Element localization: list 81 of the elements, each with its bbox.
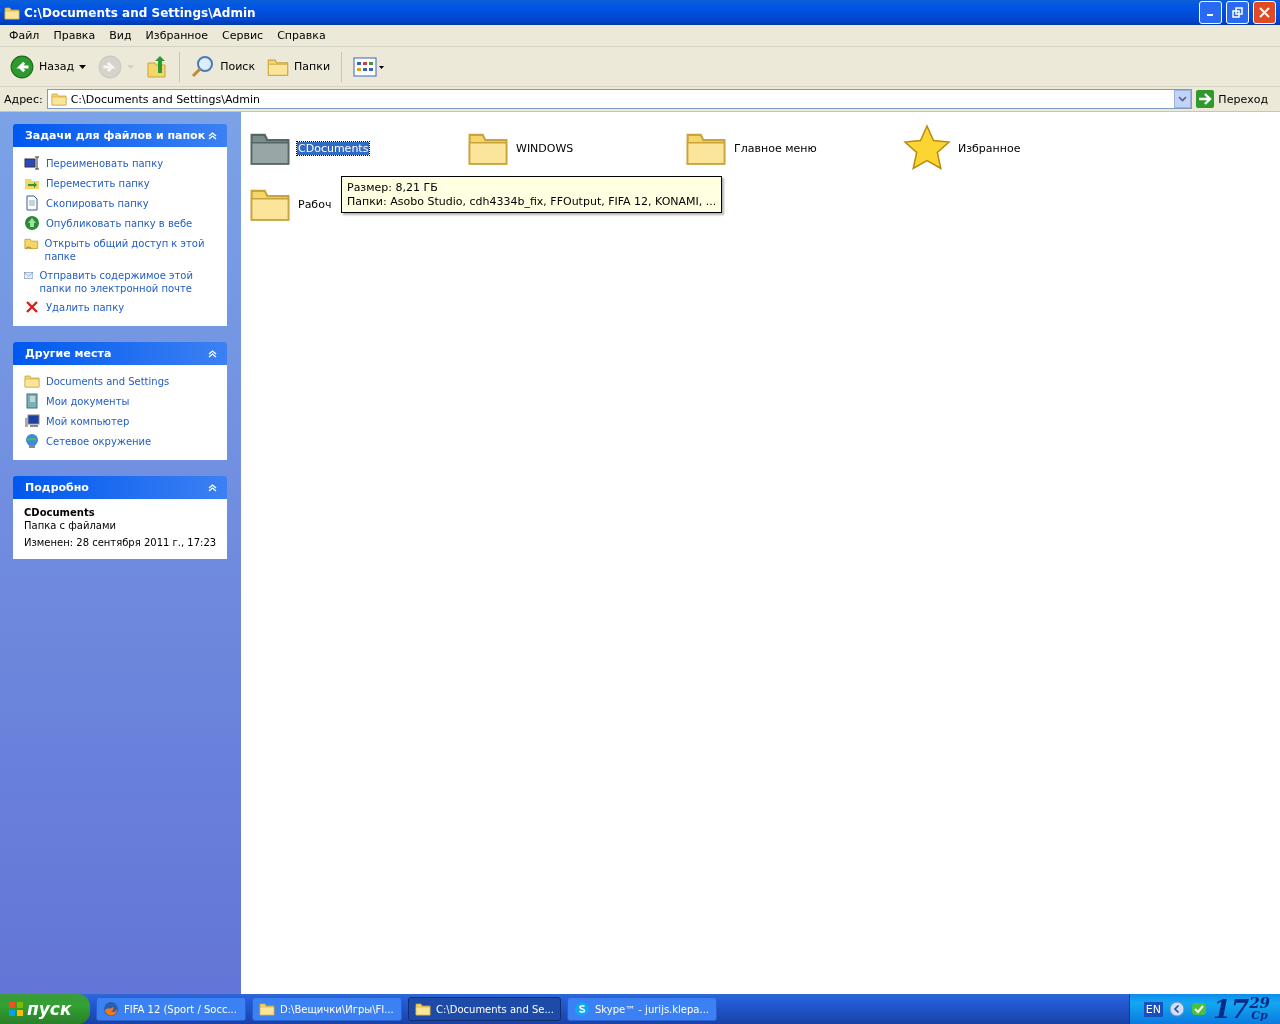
checkmark-shield-icon[interactable] — [1190, 1001, 1207, 1017]
file-name[interactable]: WINDOWS — [515, 141, 575, 155]
menu-item[interactable]: Правка — [46, 29, 103, 42]
browser-icon — [103, 1001, 119, 1017]
menu-item[interactable]: Справка — [270, 29, 333, 42]
chevron-down-icon — [1178, 96, 1188, 102]
item-type: Папка с файлами — [24, 520, 117, 531]
go-button[interactable]: Переход — [1196, 90, 1276, 108]
window-title: C:\Documents and Settings\Admin — [24, 5, 257, 20]
address-value: C:\Documents and Settings\Admin — [70, 92, 261, 106]
panel-title: Задачи для файлов и папок — [25, 129, 206, 142]
restore-button[interactable] — [1226, 1, 1249, 24]
taskbar-button[interactable]: C:\Documents and Se... — [408, 997, 561, 1021]
task-link[interactable]: Documents and Settings — [46, 373, 170, 388]
folders-button[interactable]: Папки — [263, 53, 335, 80]
star-icon[interactable] — [903, 124, 951, 172]
chevron-left-icon[interactable] — [1168, 1001, 1185, 1017]
minimize-button[interactable] — [1199, 1, 1222, 24]
dropdown-caret-icon — [127, 64, 135, 69]
task-link[interactable]: Переместить папку — [46, 175, 150, 190]
task-link[interactable]: Мой компьютер — [46, 413, 130, 428]
task-link[interactable]: Опубликовать папку в вебе — [46, 215, 193, 230]
file-name[interactable]: CDocuments — [297, 141, 370, 155]
item-name: CDocuments — [24, 507, 96, 518]
address-label: Адрес: — [4, 92, 43, 106]
views-icon — [353, 56, 386, 77]
clock-day: Ср — [1251, 1010, 1268, 1022]
restore-icon — [1232, 7, 1243, 18]
clock-minute: 29 — [1249, 996, 1270, 1010]
windows-logo-icon — [8, 1001, 24, 1017]
task-link[interactable]: Удалить папку — [46, 299, 125, 314]
computer-icon — [24, 413, 40, 429]
collapse-icon[interactable] — [208, 349, 217, 358]
panel-title: Подробно — [25, 481, 89, 494]
delete-icon — [24, 299, 40, 315]
task-link[interactable]: Сетевое окружение — [46, 433, 152, 448]
window-folder-icon — [4, 4, 20, 21]
task-link[interactable]: Переименовать папку — [46, 155, 164, 170]
clock-hour: 17 — [1212, 996, 1250, 1022]
close-button[interactable] — [1253, 1, 1276, 24]
folder-icon — [50, 91, 67, 107]
collapse-icon[interactable] — [208, 131, 217, 140]
language-indicator[interactable]: EN — [1143, 1001, 1163, 1017]
document-icon — [24, 195, 40, 211]
tooltip-line: Размер: 8,21 ГБ — [347, 181, 439, 194]
collapse-icon[interactable] — [208, 483, 217, 492]
file-name[interactable]: Рабоч — [297, 197, 333, 211]
menu-item[interactable]: Вид — [102, 29, 139, 42]
tooltip-line: Папки: Asobo Studio, cdh4334b_fix, FFOutput, FIFA 12, KONAMI, ... — [347, 195, 717, 208]
file-name[interactable]: Избранное — [957, 141, 1022, 155]
dropdown-button[interactable] — [1174, 90, 1192, 108]
folder-icon — [24, 373, 40, 389]
arrow-right-icon — [1196, 90, 1215, 108]
dropdown-caret-icon — [79, 64, 87, 69]
folder-icon — [259, 1001, 275, 1017]
back-button[interactable]: Назад — [6, 52, 91, 81]
menu-item[interactable]: Файл — [2, 29, 47, 42]
folder-up-icon — [146, 54, 169, 79]
menu-item[interactable]: Сервис — [215, 29, 271, 42]
chat-logo-icon — [573, 1001, 590, 1017]
menu-item[interactable]: Избранное — [138, 29, 216, 42]
search-button[interactable]: Поиск — [187, 52, 260, 81]
item-modified: Изменен: 28 сентября 2011 г., 17:23 — [24, 537, 218, 548]
taskbar-button[interactable]: FIFA 12 (Sport / Socc... — [96, 997, 246, 1021]
documents-icon — [24, 393, 40, 409]
taskbar-button[interactable]: D:\Вещички\Игры\FI... — [252, 997, 402, 1021]
file-name[interactable]: Главное меню — [733, 141, 818, 155]
address-field[interactable]: C:\Documents and Settings\Admin — [46, 89, 1193, 109]
task-link[interactable]: Скопировать папку — [46, 195, 149, 210]
panel-title: Другие места — [25, 347, 112, 360]
rename-icon — [24, 155, 40, 171]
taskbar-button[interactable]: Skype™ - jurijs.klepa... — [566, 997, 717, 1021]
folder-icon — [415, 1001, 431, 1017]
task-link[interactable]: Открыть общий доступ к этой папке — [44, 235, 222, 263]
task-link[interactable]: Мои документы — [46, 393, 130, 408]
close-icon — [1259, 7, 1270, 18]
search-icon — [191, 54, 216, 79]
globe-icon — [24, 215, 40, 231]
task-link[interactable]: Отправить содержимое этой папки по электронной почте — [39, 267, 222, 295]
network-globe-icon — [24, 433, 40, 449]
start-button[interactable]: пуск — [0, 994, 90, 1024]
